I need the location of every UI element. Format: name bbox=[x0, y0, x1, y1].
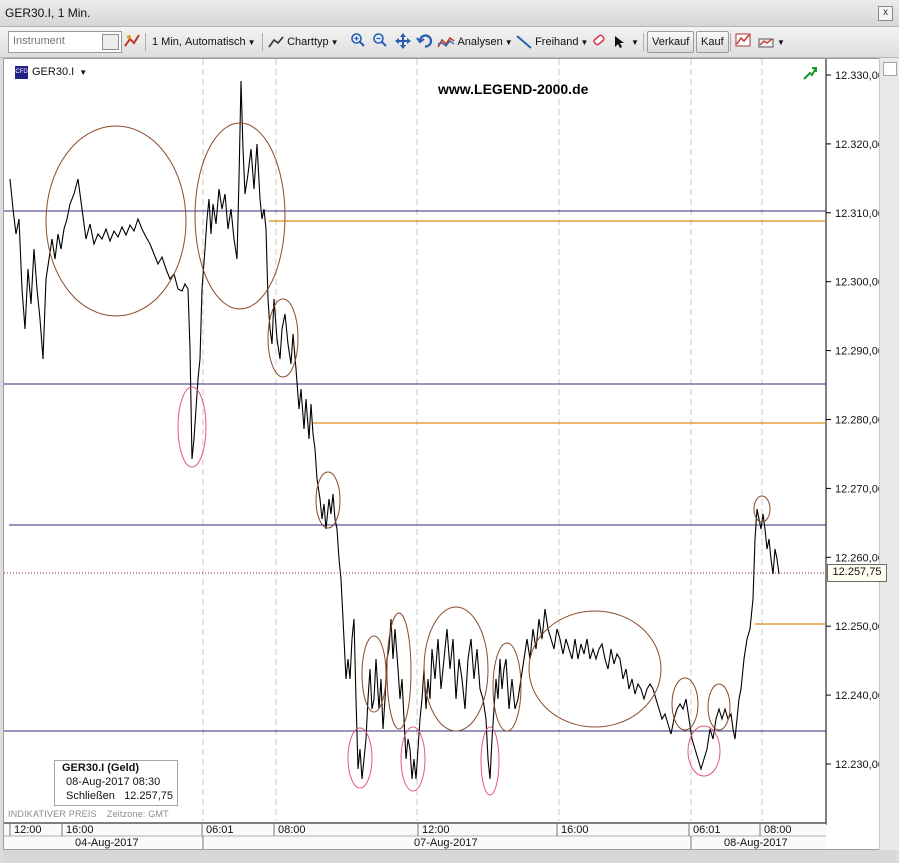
data-window-close: Schließen 12.257,75 bbox=[62, 789, 177, 803]
analysis-ellipse bbox=[45, 125, 187, 317]
toolbar-separator bbox=[730, 33, 731, 51]
analysis-ellipse bbox=[400, 726, 426, 792]
time-tick-label: 08:00 bbox=[278, 824, 306, 836]
pointer-icon bbox=[615, 36, 624, 49]
instrument-search-field[interactable] bbox=[8, 31, 122, 53]
analysen-label: Analysen bbox=[457, 36, 503, 48]
freihand-dropdown[interactable]: Freihand ▼ bbox=[516, 32, 588, 52]
undo-icon[interactable] bbox=[416, 32, 434, 52]
analysis-ellipse bbox=[707, 683, 731, 731]
time-tick-label: 06:01 bbox=[206, 824, 234, 836]
time-tick-label: 12:00 bbox=[14, 824, 42, 836]
window-titlebar: GER30.I, 1 Min. x bbox=[0, 0, 899, 27]
indicator-note: INDIKATIVER PREIS Zeitzone: GMT bbox=[8, 809, 179, 819]
chart-area[interactable]: 12.330,00 12.320,00 12.310,00 12.300,00 12.2… bbox=[3, 58, 896, 850]
time-tick-label: 06:01 bbox=[693, 824, 721, 836]
chevron-down-icon: ▼ bbox=[631, 38, 639, 47]
close-label: Schließen bbox=[66, 790, 115, 802]
data-window: GER30.I (Geld) 08-Aug-2017 08:30 Schließ… bbox=[54, 760, 178, 806]
interval-label: 1 Min, bbox=[152, 36, 182, 48]
instrument-tag[interactable]: CFD GER30.I ▼ bbox=[15, 64, 87, 80]
price-tick-label: 12.310,00 bbox=[835, 208, 884, 220]
trend-arrow-icon[interactable] bbox=[803, 66, 817, 80]
price-tick-label: 12.270,00 bbox=[835, 483, 884, 495]
toolbar-separator bbox=[145, 33, 146, 51]
price-tick-label: 12.280,00 bbox=[835, 415, 884, 427]
charttype-label: Charttyp bbox=[287, 36, 329, 48]
date-label: 08-Aug-2017 bbox=[724, 837, 788, 849]
print-chart-icon bbox=[758, 38, 774, 48]
line-chart-icon bbox=[268, 36, 284, 48]
zoom-in-icon[interactable] bbox=[350, 32, 366, 52]
analysis-ellipse bbox=[386, 612, 412, 730]
time-tick-label: 08:00 bbox=[764, 824, 792, 836]
time-tick-label: 12:00 bbox=[422, 824, 450, 836]
freihand-label: Freihand bbox=[535, 36, 579, 48]
chevron-down-icon: ▼ bbox=[504, 38, 513, 47]
instrument-name: GER30.I bbox=[32, 66, 75, 78]
scrollbar-button[interactable] bbox=[883, 62, 897, 76]
cfd-icon: CFD bbox=[15, 65, 28, 79]
price-tick-label: 12.330,00 bbox=[835, 70, 884, 82]
price-tick-label: 12.250,00 bbox=[835, 621, 884, 633]
chevron-down-icon: ▼ bbox=[330, 38, 339, 47]
cursor-dropdown[interactable]: ▼ bbox=[614, 32, 639, 52]
data-window-datetime: 08-Aug-2017 08:30 bbox=[66, 776, 161, 788]
time-tick-label: 16:00 bbox=[561, 824, 589, 836]
price-tick-label: 12.240,00 bbox=[835, 690, 884, 702]
price-series-line bbox=[9, 80, 780, 780]
chevron-down-icon: ▼ bbox=[580, 38, 589, 47]
analysis-ellipse bbox=[687, 725, 721, 777]
data-window-title: GER30.I (Geld) bbox=[62, 762, 140, 774]
sell-button[interactable]: Verkauf bbox=[647, 31, 695, 53]
chart-settings-icon[interactable] bbox=[735, 32, 751, 52]
instrument-lookup-icon[interactable] bbox=[102, 34, 119, 50]
analysis-ellipse bbox=[528, 610, 662, 728]
chevron-down-icon: ▼ bbox=[247, 38, 256, 47]
analysis-icon bbox=[437, 36, 455, 48]
timezone-label: Zeitzone: GMT bbox=[106, 809, 169, 819]
date-label: 07-Aug-2017 bbox=[414, 837, 478, 849]
chevron-down-icon: ▼ bbox=[79, 68, 88, 77]
date-label: 04-Aug-2017 bbox=[75, 837, 139, 849]
price-tick-label: 12.300,00 bbox=[835, 277, 884, 289]
analysen-dropdown[interactable]: Analysen ▼ bbox=[437, 32, 513, 52]
price-tick-label: 12.260,00 bbox=[835, 552, 884, 564]
analysis-ellipse bbox=[347, 727, 373, 789]
toolbar-separator bbox=[643, 33, 644, 51]
charttype-dropdown[interactable]: Charttyp ▼ bbox=[268, 32, 339, 52]
instrument-input[interactable] bbox=[9, 32, 99, 50]
price-tick-label: 12.230,00 bbox=[835, 759, 884, 771]
eraser-icon[interactable] bbox=[591, 32, 607, 52]
window-bottom-border bbox=[3, 850, 896, 863]
time-tick-label: 16:00 bbox=[66, 824, 94, 836]
indicative-price-label: INDIKATIVER PREIS bbox=[8, 809, 97, 819]
pan-icon[interactable] bbox=[394, 32, 412, 52]
buy-button[interactable]: Kauf bbox=[696, 31, 729, 53]
chart-toolbar: 1 Min, Automatisch▼ Charttyp▼ Analysen▼ … bbox=[0, 27, 899, 58]
vertical-scrollbar[interactable] bbox=[879, 58, 899, 850]
close-value: 12.257,75 bbox=[124, 790, 174, 802]
chart-print-dropdown[interactable]: ▼ bbox=[757, 32, 785, 52]
analysis-ellipse bbox=[480, 726, 500, 796]
interval-dropdown[interactable]: 1 Min, Automatisch ▼ bbox=[152, 32, 255, 52]
toolbar-separator bbox=[262, 33, 263, 51]
interval-mode: Automatisch bbox=[185, 36, 246, 48]
price-chart[interactable]: 12.330,00 12.320,00 12.310,00 12.300,00 12.2… bbox=[4, 59, 895, 849]
price-tick-label: 12.320,00 bbox=[835, 139, 884, 151]
trendline-icon bbox=[516, 35, 532, 49]
price-tick-label: 12.290,00 bbox=[835, 346, 884, 358]
chevron-down-icon: ▼ bbox=[777, 38, 785, 47]
window-title: GER30.I, 1 Min. bbox=[5, 6, 91, 20]
instrument-compare-icon[interactable] bbox=[123, 32, 141, 52]
current-price-tag: 12.257,75 bbox=[827, 564, 887, 582]
watermark-url: www.LEGEND-2000.de bbox=[438, 81, 589, 97]
zoom-out-icon[interactable] bbox=[372, 32, 388, 52]
close-button[interactable]: x bbox=[878, 6, 893, 21]
